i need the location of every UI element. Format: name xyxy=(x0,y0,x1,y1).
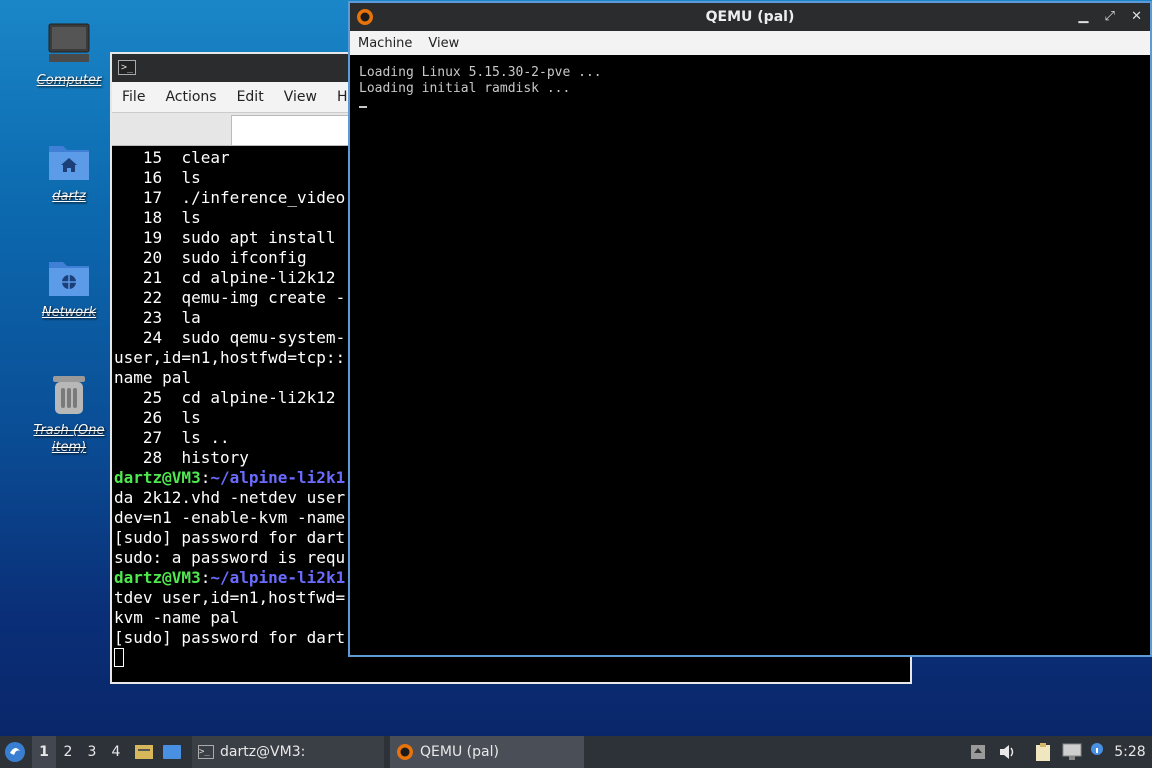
menu-view[interactable]: View xyxy=(274,89,327,105)
minimize-icon[interactable]: ▁ xyxy=(1078,9,1088,24)
taskbar: 1 2 3 4 >_ dartz@VM3: ~/alpine-... QEMU (… xyxy=(0,736,1152,768)
workspace-3[interactable]: 3 xyxy=(80,736,104,768)
start-menu-button[interactable] xyxy=(4,736,30,768)
workspace-4[interactable]: 4 xyxy=(104,736,128,768)
start-icon xyxy=(5,742,25,762)
qemu-icon xyxy=(397,744,413,760)
maximize-icon[interactable]: ⤢ xyxy=(1105,9,1115,24)
qemu-menubar: Machine View xyxy=(350,31,1150,55)
desktop-icon-label: Computer xyxy=(36,73,102,88)
text-cursor xyxy=(359,106,367,108)
file-manager-icon xyxy=(135,745,153,759)
text-cursor xyxy=(114,648,124,667)
desktop-icon-dartz[interactable]: dartz xyxy=(24,140,114,205)
clock[interactable]: 5:28 xyxy=(1110,736,1150,768)
task-label: QEMU (pal) xyxy=(420,744,499,760)
menu-edit[interactable]: Edit xyxy=(227,89,274,105)
terminal-icon: >_ xyxy=(118,60,136,75)
info-icon xyxy=(1091,743,1103,755)
workspace-2[interactable]: 2 xyxy=(56,736,80,768)
task-label: dartz@VM3: ~/alpine-... xyxy=(220,744,306,760)
menu-view[interactable]: View xyxy=(420,36,467,51)
cursor-line xyxy=(359,97,1141,113)
show-desktop-launcher[interactable] xyxy=(162,736,184,768)
computer-icon xyxy=(48,23,90,62)
qemu-titlebar[interactable]: QEMU (pal) ▁ ⤢ ✕ xyxy=(350,3,1150,31)
desktop-icon-label: Trash (One item) xyxy=(33,423,105,455)
desktop-icon xyxy=(163,745,181,759)
qemu-icon xyxy=(357,9,373,25)
vm-screen[interactable]: Loading Linux 5.15.30-2-pve ... Loading i… xyxy=(350,55,1150,123)
window-title: QEMU (pal) xyxy=(705,9,795,25)
desktop-icon-trash[interactable]: Trash (One item) xyxy=(24,372,114,456)
menu-actions[interactable]: Actions xyxy=(155,89,226,105)
terminal-icon: >_ xyxy=(198,745,214,759)
clipboard-icon xyxy=(1036,743,1050,761)
tray-update[interactable] xyxy=(970,736,990,768)
home-folder-icon xyxy=(49,146,89,180)
desktop-icon-label: dartz xyxy=(52,189,86,204)
network-folder-icon xyxy=(49,262,89,296)
network-icon xyxy=(1062,743,1082,760)
close-icon[interactable]: ✕ xyxy=(1131,9,1142,24)
task-qemu[interactable]: QEMU (pal) xyxy=(390,736,584,768)
window-controls: ▁ ⤢ ✕ xyxy=(1066,3,1142,31)
tray-notification[interactable] xyxy=(1090,736,1108,768)
tray-network[interactable] xyxy=(1062,736,1084,768)
desktop-icon-computer[interactable]: Computer xyxy=(24,22,114,89)
tray-volume[interactable] xyxy=(998,736,1020,768)
workspace-1[interactable]: 1 xyxy=(32,736,56,768)
tray-clipboard[interactable] xyxy=(1034,736,1056,768)
menu-machine[interactable]: Machine xyxy=(350,36,420,51)
desktop-icon-network[interactable]: Network xyxy=(24,256,114,321)
update-icon xyxy=(971,745,985,759)
menu-file[interactable]: File xyxy=(112,89,155,105)
file-manager-launcher[interactable] xyxy=(134,736,156,768)
boot-line: Loading Linux 5.15.30-2-pve ... xyxy=(359,65,602,80)
trash-icon xyxy=(53,376,85,414)
boot-line: Loading initial ramdisk ... xyxy=(359,81,571,96)
desktop-icon-label: Network xyxy=(41,305,97,320)
task-terminal[interactable]: >_ dartz@VM3: ~/alpine-... xyxy=(192,736,384,768)
volume-icon xyxy=(1000,745,1014,759)
qemu-window[interactable]: QEMU (pal) ▁ ⤢ ✕ Machine View Loading Li… xyxy=(348,1,1152,657)
